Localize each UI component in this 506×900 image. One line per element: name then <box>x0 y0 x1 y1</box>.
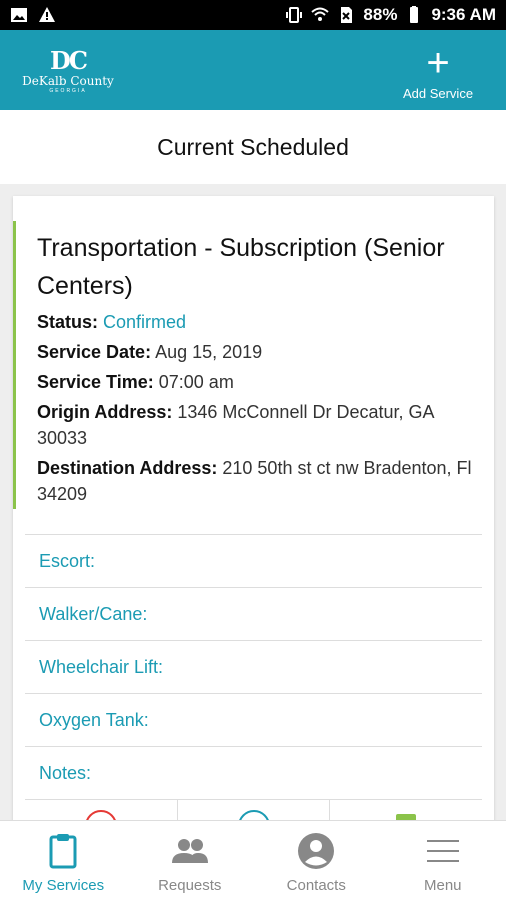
status-bar: 88% 9:36 AM <box>0 0 506 30</box>
app-header: DC DeKalb County GEORGIA + Add Service <box>0 30 506 110</box>
page-title: Current Scheduled <box>0 110 506 184</box>
nav-my-services[interactable]: My Services <box>0 821 127 900</box>
plus-icon: + <box>426 41 450 85</box>
image-notification-icon <box>11 8 27 22</box>
service-time-value: 07:00 am <box>158 372 234 392</box>
service-title: Transportation - Subscription (Senior Ce… <box>37 234 445 300</box>
person-circle-icon <box>298 833 335 869</box>
hamburger-icon <box>426 840 459 862</box>
bottom-navigation: My Services Requests Contacts Menu <box>0 820 506 900</box>
add-service-button[interactable]: + Add Service <box>398 41 478 101</box>
walker-cane-option[interactable]: Walker/Cane: <box>25 587 482 640</box>
add-service-label: Add Service <box>402 86 474 101</box>
clock: 9:36 AM <box>431 5 496 24</box>
service-details: Transportation - Subscription (Senior Ce… <box>13 221 494 509</box>
service-date-field: Service Date: Aug 15, 2019 <box>37 342 263 362</box>
people-icon <box>171 839 208 863</box>
service-card[interactable]: Transportation - Subscription (Senior Ce… <box>13 196 494 842</box>
destination-address-field: Destination Address: 210 50th st ct nw B… <box>37 458 472 504</box>
vibrate-icon <box>286 7 303 23</box>
oxygen-tank-option[interactable]: Oxygen Tank: <box>25 693 482 746</box>
wheelchair-lift-option[interactable]: Wheelchair Lift: <box>25 640 482 693</box>
status-field: Status: Confirmed <box>37 312 187 332</box>
nav-contacts[interactable]: Contacts <box>253 821 380 900</box>
service-time-field: Service Time: 07:00 am <box>37 372 234 392</box>
no-sim-icon <box>341 7 353 23</box>
origin-address-field: Origin Address: 1346 McConnell Dr Decatu… <box>37 402 434 448</box>
dekalb-county-logo: DC DeKalb County GEORGIA <box>22 46 114 95</box>
clipboard-icon <box>49 834 77 869</box>
wifi-icon <box>311 7 330 21</box>
battery-percent: 88% <box>363 5 398 24</box>
nav-menu[interactable]: Menu <box>380 821 506 900</box>
escort-option[interactable]: Escort: <box>25 534 482 587</box>
service-date-value: Aug 15, 2019 <box>155 342 263 362</box>
warning-notification-icon <box>39 7 55 22</box>
notes-option[interactable]: Notes: <box>25 746 482 799</box>
nav-requests[interactable]: Requests <box>127 821 254 900</box>
battery-icon <box>410 6 419 23</box>
status-value: Confirmed <box>103 312 187 332</box>
